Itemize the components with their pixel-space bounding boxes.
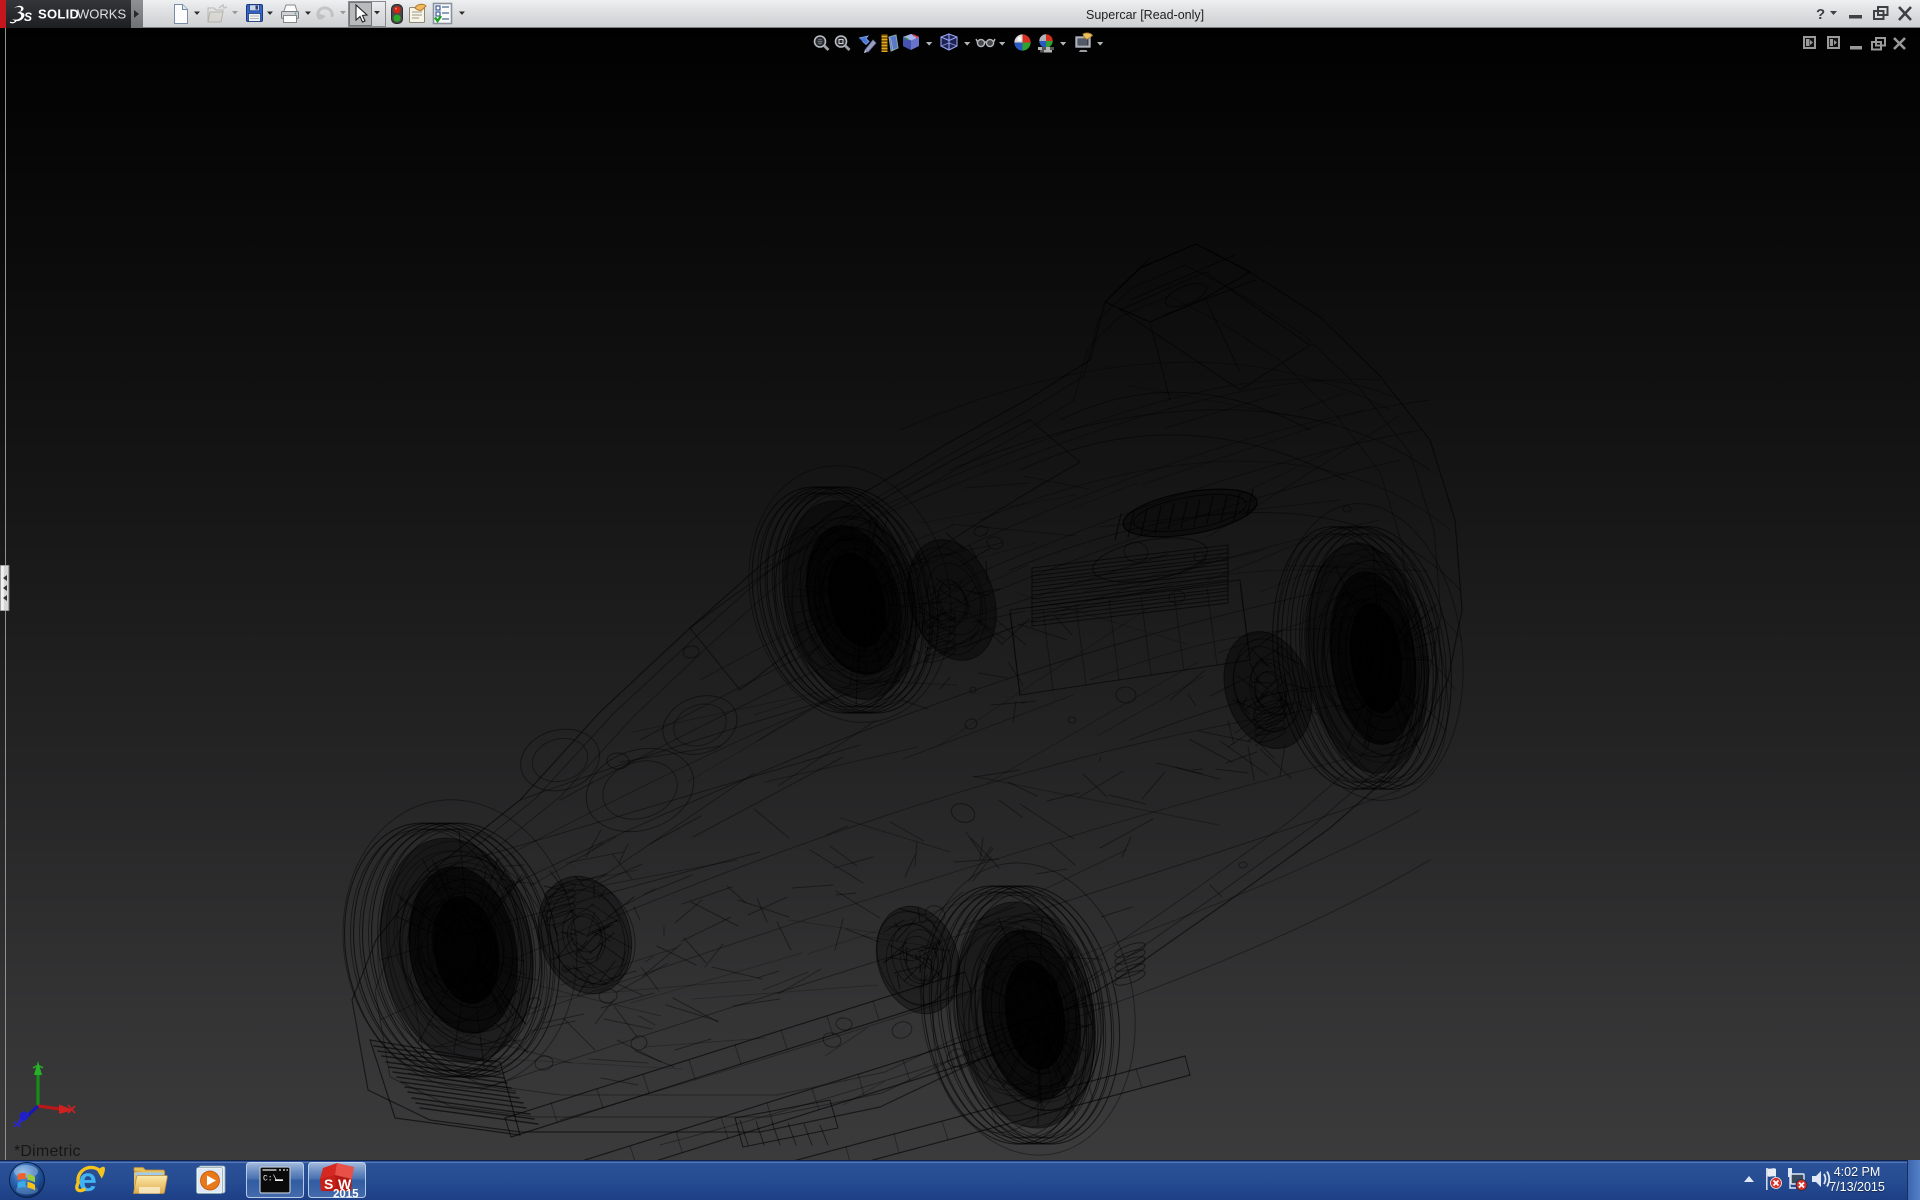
svg-text:?: ? [1816, 6, 1825, 23]
svg-text:C:\: C:\ [263, 1175, 278, 1184]
svg-text:S: S [324, 1176, 333, 1192]
svg-text:2015: 2015 [333, 1189, 359, 1200]
